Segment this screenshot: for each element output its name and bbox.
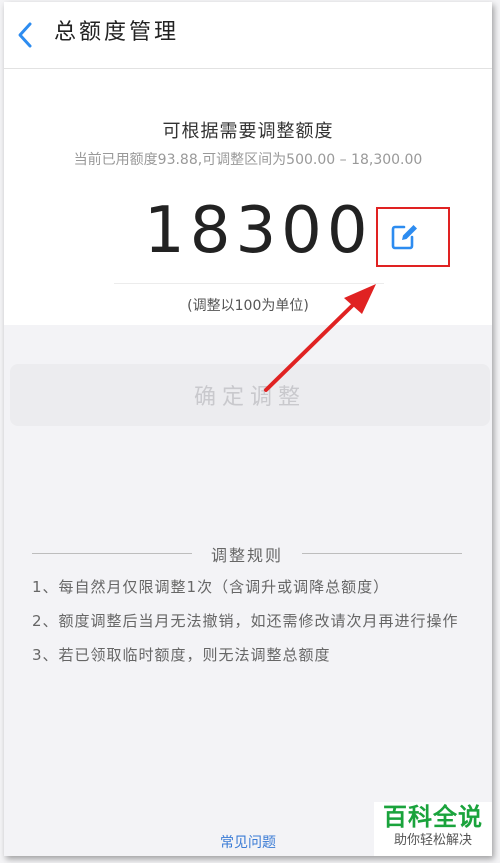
- rule-item: 2、额度调整后当月无法撤销，如还需修改请次月再进行操作: [32, 612, 459, 630]
- rules-divider-right: [302, 553, 462, 554]
- edit-pencil-icon: [391, 225, 417, 250]
- app-screen: 总额度管理 可根据需要调整额度 当前已用额度93.88,可调整区间为500.00…: [4, 2, 492, 856]
- confirm-adjust-button[interactable]: 确定调整: [10, 364, 490, 426]
- watermark-main: 百科全说: [383, 803, 483, 831]
- watermark-logo: 百科全说 助你轻松解决: [374, 802, 492, 856]
- page-title: 总额度管理: [54, 20, 180, 45]
- rules-title: 调整规则: [210, 546, 283, 565]
- rule-item: 1、每自然月仅限调整1次（含调升或调降总额度）: [32, 578, 390, 596]
- amount-divider: [114, 283, 384, 284]
- amount-value: 18300: [144, 194, 373, 268]
- adjust-range-text: 当前已用额度93.88,可调整区间为500.00 – 18,300.00: [73, 152, 423, 168]
- rule-item: 3、若已领取临时额度，则无法调整总额度: [32, 646, 331, 664]
- edit-amount-button[interactable]: [376, 207, 450, 267]
- adjust-card: 可根据需要调整额度 当前已用额度93.88,可调整区间为500.00 – 18,…: [4, 69, 492, 325]
- chevron-left-icon: [18, 22, 32, 48]
- adjust-subtitle: 可根据需要调整额度: [162, 121, 334, 142]
- unit-note: (调整以100为单位): [187, 298, 309, 314]
- back-button[interactable]: [10, 18, 44, 52]
- nav-header: 总额度管理: [4, 2, 492, 69]
- rules-header: 调整规则: [32, 542, 462, 566]
- watermark-sub: 助你轻松解决: [393, 833, 472, 848]
